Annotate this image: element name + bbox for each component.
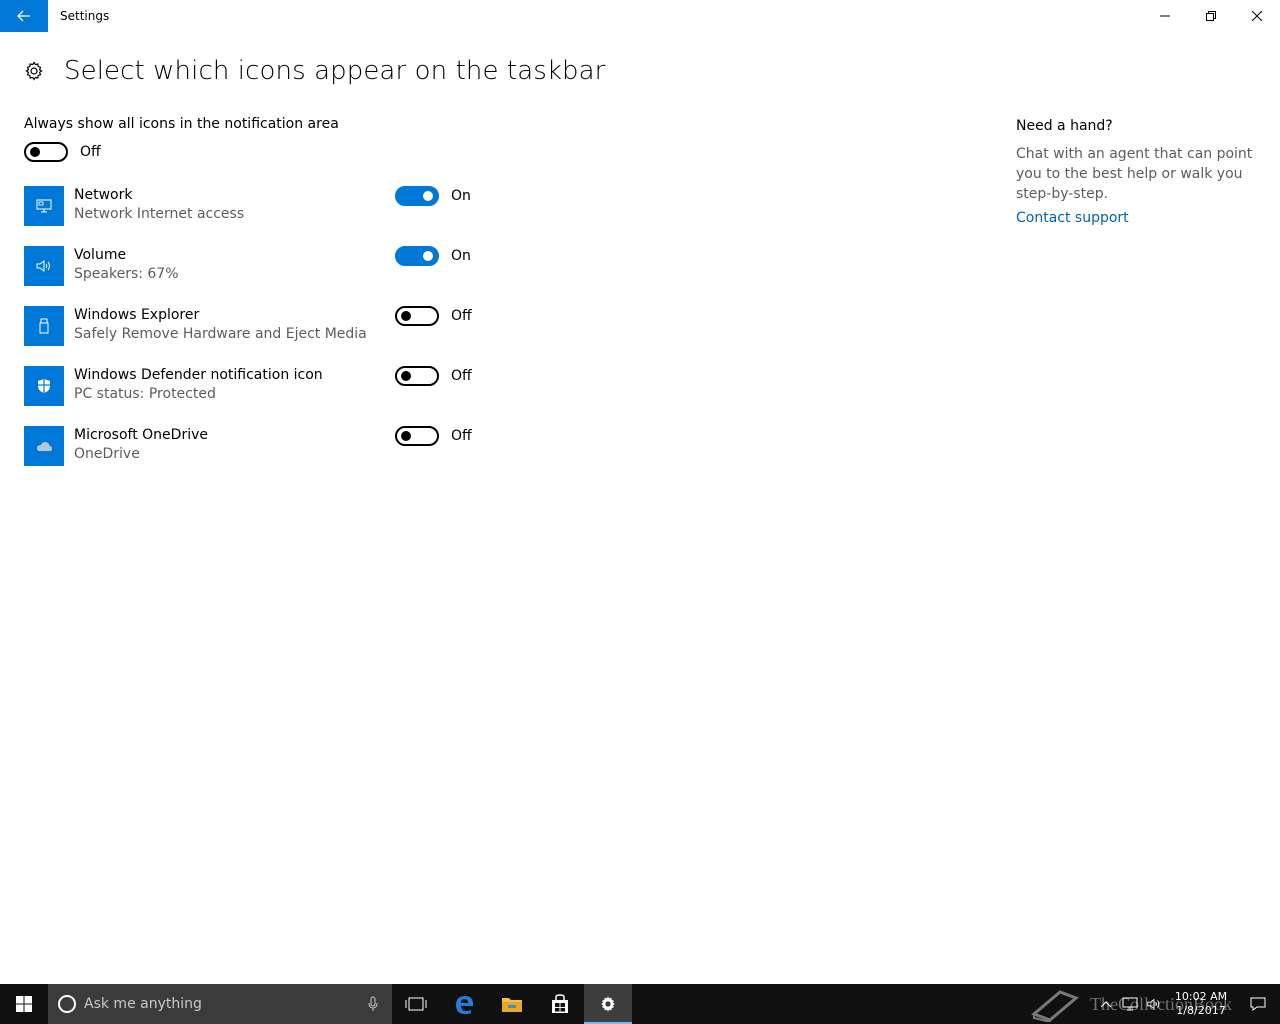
close-icon — [1252, 11, 1262, 21]
defender-toggle[interactable] — [395, 366, 439, 386]
help-body: Chat with an agent that can point you to… — [1016, 146, 1253, 202]
list-item-onedrive: Microsoft OneDrive OneDrive Off — [24, 426, 544, 486]
page-title: Select which icons appear on the taskbar — [64, 56, 606, 86]
volume-icon — [1147, 998, 1160, 1010]
network-toggle-row: On — [395, 186, 471, 206]
volume-tray-button[interactable] — [1142, 984, 1166, 1024]
item-title: Windows Defender notification icon — [74, 367, 323, 383]
network-tray-button[interactable] — [1118, 984, 1142, 1024]
window-controls — [1142, 0, 1280, 32]
taskbar: Ask me anything TheCollectionBook 10:02 … — [0, 984, 1280, 1024]
task-view-icon — [405, 997, 427, 1011]
settings-taskbar-button[interactable] — [584, 984, 632, 1024]
network-toggle[interactable] — [395, 186, 439, 206]
restore-button[interactable] — [1188, 0, 1234, 32]
close-button[interactable] — [1234, 0, 1280, 32]
item-title: Windows Explorer — [74, 307, 200, 323]
window-title: Settings — [60, 9, 110, 23]
minimize-button[interactable] — [1142, 0, 1188, 32]
help-title: Need a hand? — [1016, 118, 1113, 134]
network-icon — [1122, 997, 1138, 1011]
toggle-state: On — [451, 188, 471, 204]
minimize-icon — [1160, 15, 1170, 17]
store-icon — [552, 994, 568, 1013]
shield-icon — [24, 366, 64, 406]
item-subtitle: Speakers: 67% — [74, 266, 179, 282]
task-view-button[interactable] — [392, 984, 440, 1024]
microphone-icon[interactable] — [368, 996, 378, 1012]
item-title: Microsoft OneDrive — [74, 427, 208, 443]
item-subtitle: Safely Remove Hardware and Eject Media — [74, 326, 367, 342]
edge-button[interactable] — [440, 984, 488, 1024]
explorer-toggle-row: Off — [395, 306, 472, 326]
chevron-up-icon — [1100, 1001, 1112, 1008]
onedrive-toggle-row: Off — [395, 426, 472, 446]
edge-icon — [456, 996, 473, 1014]
onedrive-toggle[interactable] — [395, 426, 439, 446]
list-item-windows-explorer: Windows Explorer Safely Remove Hardware … — [24, 306, 544, 366]
icon-list: Network Network Internet access On Volum… — [24, 186, 544, 486]
always-show-toggle[interactable] — [24, 142, 68, 162]
item-title: Volume — [74, 247, 127, 263]
clock-time: 10:02 AM — [1174, 990, 1228, 1003]
always-show-label: Always show all icons in the notificatio… — [24, 116, 339, 132]
clock[interactable]: 10:02 AM 1/8/2017 — [1166, 990, 1236, 1018]
network-icon — [24, 186, 64, 226]
cortana-icon — [58, 995, 76, 1013]
toggle-state: Off — [451, 368, 472, 384]
toggle-state: Off — [451, 428, 472, 444]
defender-toggle-row: Off — [395, 366, 472, 386]
always-show-state: Off — [80, 144, 101, 160]
volume-toggle-row: On — [395, 246, 471, 266]
windows-logo-icon — [16, 996, 32, 1012]
cloud-icon — [24, 426, 64, 466]
action-center-button[interactable] — [1236, 984, 1280, 1024]
search-placeholder: Ask me anything — [84, 996, 202, 1012]
restore-icon — [1206, 11, 1216, 21]
list-item-network: Network Network Internet access On — [24, 186, 544, 246]
list-item-volume: Volume Speakers: 67% On — [24, 246, 544, 306]
volume-toggle[interactable] — [395, 246, 439, 266]
page-header: Select which icons appear on the taskbar — [24, 56, 605, 86]
always-show-toggle-row: Off — [24, 142, 544, 162]
store-button[interactable] — [536, 984, 584, 1024]
item-subtitle: Network Internet access — [74, 206, 245, 222]
gear-icon — [25, 61, 43, 81]
gear-icon — [601, 996, 615, 1012]
notifications-icon — [1250, 997, 1266, 1011]
file-explorer-button[interactable] — [488, 984, 536, 1024]
item-subtitle: OneDrive — [74, 446, 140, 462]
book-icon — [1031, 990, 1079, 1022]
toggle-state: Off — [451, 308, 472, 324]
clock-date: 1/8/2017 — [1176, 1004, 1226, 1017]
folder-icon — [502, 998, 522, 1012]
item-subtitle: PC status: Protected — [74, 386, 216, 402]
volume-icon — [24, 246, 64, 286]
help-pane: Need a hand? Chat with an agent that can… — [1016, 118, 1256, 226]
start-button[interactable] — [0, 984, 48, 1024]
toggle-state: On — [451, 248, 471, 264]
main-content: Always show all icons in the notificatio… — [24, 116, 544, 466]
show-hidden-icons-button[interactable] — [1094, 984, 1118, 1024]
usb-icon — [24, 306, 64, 346]
item-title: Network — [74, 187, 133, 203]
title-bar: Settings — [0, 0, 1280, 32]
back-arrow-icon — [17, 10, 30, 22]
search-box[interactable]: Ask me anything — [48, 984, 392, 1024]
contact-support-link[interactable]: Contact support — [1016, 210, 1129, 226]
system-tray: 10:02 AM 1/8/2017 — [1094, 984, 1280, 1024]
list-item-windows-defender: Windows Defender notification icon PC st… — [24, 366, 544, 426]
back-button[interactable] — [0, 0, 48, 32]
explorer-toggle[interactable] — [395, 306, 439, 326]
